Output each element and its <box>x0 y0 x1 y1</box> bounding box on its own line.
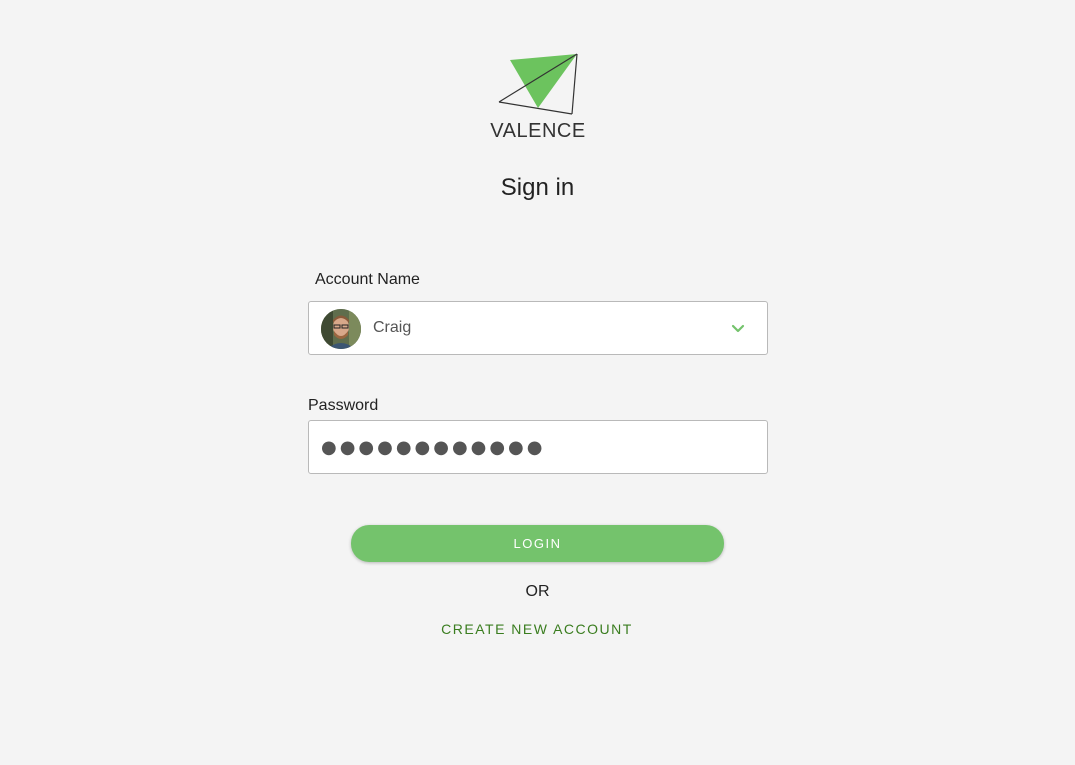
valence-logo: VALENCE <box>488 52 588 144</box>
user-avatar <box>321 309 361 349</box>
page-title: Sign in <box>500 174 575 201</box>
create-new-account-link[interactable]: CREATE NEW ACCOUNT <box>437 621 637 637</box>
avatar-photo-icon <box>321 309 361 349</box>
account-name-label: Account Name <box>315 271 420 288</box>
password-field[interactable] <box>308 420 768 474</box>
brand-name: VALENCE <box>490 120 586 142</box>
password-label: Password <box>308 397 379 414</box>
account-select[interactable]: Craig <box>308 301 768 355</box>
paper-plane-logo-icon <box>498 53 578 115</box>
sign-in-page: VALENCE Sign in Account Name Craig Passw… <box>0 0 1075 765</box>
or-divider-text: OR <box>525 583 550 600</box>
login-button[interactable]: LOGIN <box>351 525 724 562</box>
account-select-value: Craig <box>373 319 412 336</box>
chevron-down-icon <box>731 324 745 333</box>
